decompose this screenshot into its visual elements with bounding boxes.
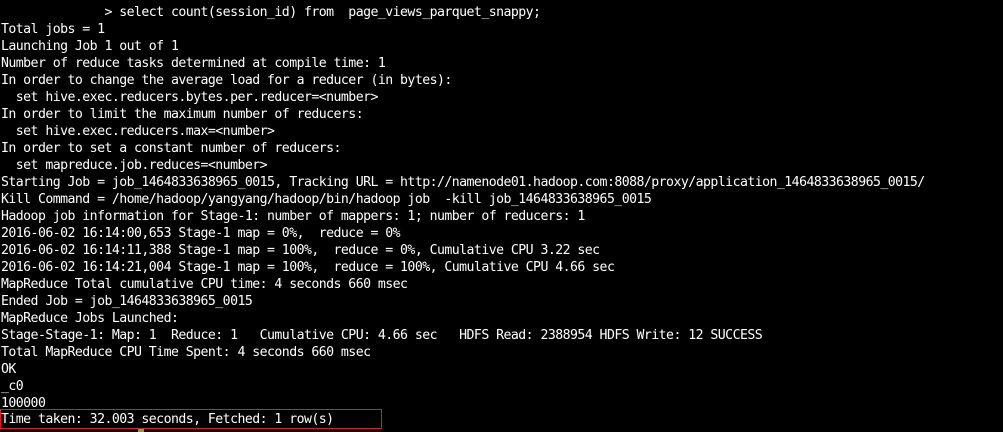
terminal-line: set hive.exec.reducers.max=<number> — [1, 124, 275, 139]
terminal-line: In order to limit the maximum number of … — [1, 107, 364, 122]
terminal-line-ended-job: Ended Job = job_1464833638965_0015 — [1, 294, 253, 309]
terminal-line-total-jobs: Total jobs = 1 — [1, 22, 105, 37]
terminal-line-jobs-launched: MapReduce Jobs Launched: — [1, 311, 179, 326]
terminal-line-kill-command: Kill Command = /home/hadoop/yangyang/had… — [1, 192, 652, 207]
terminal-line-cpu-time: MapReduce Total cumulative CPU time: 4 s… — [1, 277, 408, 292]
terminal-line: set hive.exec.reducers.bytes.per.reducer… — [1, 90, 379, 105]
terminal-line: set mapreduce.job.reduces=<number> — [1, 158, 268, 173]
time-taken-highlight-box — [0, 409, 382, 429]
terminal-line-launching: Launching Job 1 out of 1 — [1, 39, 179, 54]
result-column-header: _c0 — [1, 379, 24, 394]
terminal-line-starting-job: Starting Job = job_1464833638965_0015, T… — [1, 175, 925, 190]
terminal-line-progress: 2016-06-02 16:14:21,004 Stage-1 map = 10… — [1, 260, 615, 275]
terminal-line: In order to set a constant number of red… — [1, 141, 341, 156]
terminal-window[interactable]: > select count(session_id) from page_vie… — [0, 0, 1003, 432]
terminal-line-stage-summary: Stage-Stage-1: Map: 1 Reduce: 1 Cumulati… — [1, 328, 763, 343]
terminal-line-progress: 2016-06-02 16:14:11,388 Stage-1 map = 10… — [1, 243, 600, 258]
terminal-line-reduce-tasks: Number of reduce tasks determined at com… — [1, 56, 386, 71]
terminal-line-progress: 2016-06-02 16:14:00,653 Stage-1 map = 0%… — [1, 226, 401, 241]
terminal-line-total-cpu: Total MapReduce CPU Time Spent: 4 second… — [1, 345, 371, 360]
terminal-line: In order to change the average load for … — [1, 73, 452, 88]
terminal-line-job-info: Hadoop job information for Stage-1: numb… — [1, 209, 585, 224]
terminal-line-ok: OK — [1, 362, 16, 377]
terminal-line-query: > select count(session_id) from page_vie… — [1, 5, 541, 20]
